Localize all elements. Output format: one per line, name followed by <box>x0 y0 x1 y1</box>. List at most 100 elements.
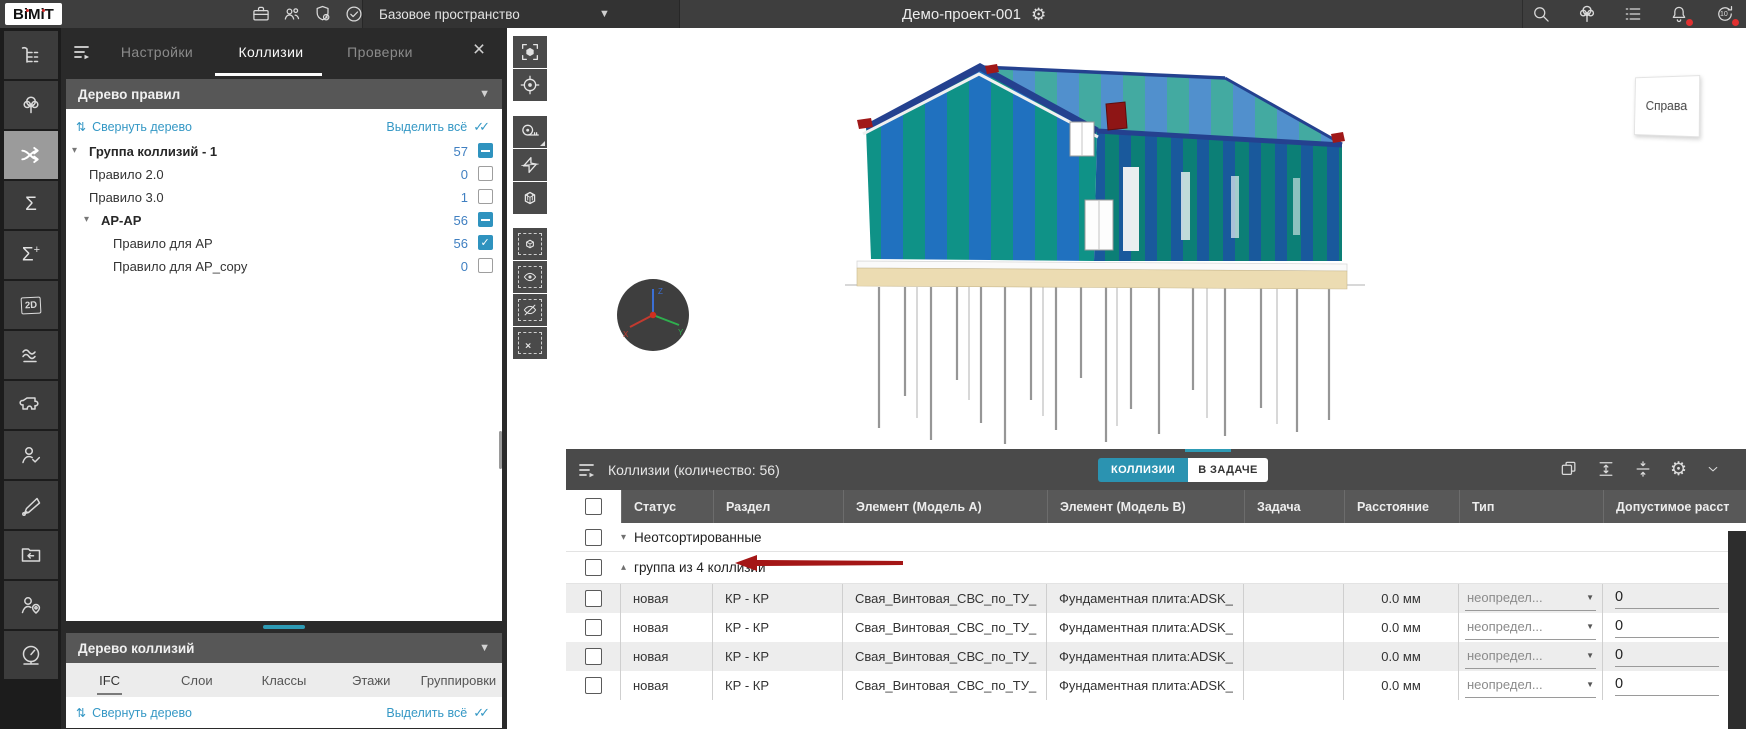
search-icon[interactable] <box>1530 3 1552 25</box>
briefcase-icon[interactable] <box>250 3 272 25</box>
type-dropdown[interactable]: неопредел...▼ <box>1465 674 1596 698</box>
in-task-toggle-button[interactable]: В ЗАДАЧЕ <box>1188 458 1267 482</box>
allowed-distance-input[interactable]: 0 <box>1615 618 1719 638</box>
table-settings-gear-icon[interactable]: ⚙ <box>1670 460 1687 479</box>
sync-history-icon[interactable]: 10 <box>1714 3 1736 25</box>
team-icon[interactable] <box>281 3 303 25</box>
type-dropdown[interactable]: неопредел...▼ <box>1465 645 1596 669</box>
tree-row[interactable]: Правило 3.0 1 <box>66 186 502 209</box>
group-expand-icon[interactable]: ▴ <box>621 562 626 573</box>
tool-user-location-button[interactable] <box>4 581 58 629</box>
tool-charts-button[interactable] <box>4 331 58 379</box>
notifications-bell-icon[interactable] <box>1668 3 1690 25</box>
allowed-distance-input[interactable]: 0 <box>1615 647 1719 667</box>
show-selection-button[interactable] <box>513 261 547 293</box>
column-header-task[interactable]: Задача <box>1244 490 1344 523</box>
tool-clash-detection-button[interactable] <box>4 131 58 179</box>
column-header-status[interactable]: Статус <box>621 490 713 523</box>
tool-plugins-button[interactable] <box>4 381 58 429</box>
collision-row[interactable]: новая КР - КР Свая_Винтовая_СВС_по_ТУ_ Ф… <box>566 671 1746 700</box>
rule-checkbox[interactable] <box>478 212 493 227</box>
locate-target-button[interactable] <box>513 69 547 101</box>
rules-tree-section-header[interactable]: Дерево правил ▼ <box>66 79 502 109</box>
tree-row[interactable]: Правило 2.0 0 <box>66 163 502 186</box>
panel-resize-handle[interactable] <box>1185 449 1231 452</box>
list-icon[interactable] <box>1622 3 1644 25</box>
column-header-type[interactable]: Тип <box>1459 490 1603 523</box>
collapse-tree-link[interactable]: ⇅ Свернуть дерево <box>76 706 192 720</box>
view-cube[interactable]: Справа <box>1634 75 1700 137</box>
row-checkbox[interactable] <box>585 559 602 576</box>
tab-floors[interactable]: Этажи <box>328 663 415 697</box>
bimit-logo[interactable]: BiMiT <box>5 3 62 25</box>
tool-dashboard-button[interactable] <box>4 631 58 679</box>
allowed-distance-input[interactable]: 0 <box>1615 676 1719 696</box>
column-header-element-b[interactable]: Элемент (Модель B) <box>1047 490 1244 523</box>
section-box-button[interactable] <box>513 182 547 214</box>
tab-ifc[interactable]: IFC <box>66 663 153 697</box>
table-vertical-scrollbar[interactable] <box>1728 531 1746 729</box>
type-dropdown[interactable]: неопредел...▼ <box>1465 616 1596 640</box>
panel-menu-icon[interactable] <box>578 462 598 478</box>
shield-status-icon[interactable] <box>312 3 334 25</box>
tab-layers[interactable]: Слои <box>153 663 240 697</box>
select-all-link[interactable]: Выделить всё ✓✓ <box>386 705 490 721</box>
tab-settings[interactable]: Настройки <box>107 28 207 76</box>
rule-checkbox[interactable] <box>478 166 493 181</box>
tab-collisions[interactable]: Коллизии <box>223 28 319 76</box>
splitter-handle[interactable] <box>263 625 305 629</box>
tool-construction-button[interactable] <box>4 481 58 529</box>
tree-row[interactable]: ▾ АР-АР 56 <box>66 209 502 232</box>
tab-groupings[interactable]: Группировки <box>415 663 502 697</box>
project-settings-gear-icon[interactable]: ⚙ <box>1031 6 1046 23</box>
select-all-checkbox[interactable] <box>585 498 602 515</box>
collisions-tree-section-header[interactable]: Дерево коллизий ▼ <box>66 633 502 663</box>
select-all-link[interactable]: Выделить всё ✓✓ <box>386 119 490 135</box>
expand-arrow-icon[interactable]: ▾ <box>84 214 89 225</box>
tool-totals-button[interactable]: Σ <box>4 181 58 229</box>
tool-user-approve-button[interactable] <box>4 431 58 479</box>
tool-model-structure-button[interactable] <box>4 31 58 79</box>
collision-row[interactable]: новая КР - КР Свая_Винтовая_СВС_по_ТУ_ Ф… <box>566 584 1746 613</box>
tool-model-tree-button[interactable] <box>4 81 58 129</box>
tool-totals-add-button[interactable]: Σ+ <box>4 231 58 279</box>
tab-checks[interactable]: Проверки <box>333 28 427 76</box>
project-tree-icon[interactable] <box>1576 3 1598 25</box>
panel-menu-icon[interactable] <box>73 44 93 60</box>
tool-2d-drawings-button[interactable]: 2D <box>4 281 58 329</box>
hide-selection-button[interactable] <box>513 294 547 326</box>
tree-row[interactable]: ▾ Группа коллизий - 1 57 <box>66 140 502 163</box>
collisions-toggle-button[interactable]: КОЛЛИЗИИ <box>1098 458 1188 482</box>
model-3d-house[interactable] <box>507 28 1746 449</box>
row-checkbox[interactable] <box>585 648 602 665</box>
collision-row[interactable]: новая КР - КР Свая_Винтовая_СВС_по_ТУ_ Ф… <box>566 613 1746 642</box>
panel-splitter[interactable] <box>61 621 507 633</box>
expand-rows-icon[interactable] <box>1596 459 1616 479</box>
isolate-selection-button[interactable] <box>513 228 547 260</box>
column-header-allowed-distance[interactable]: Допустимое расст <box>1603 490 1746 523</box>
zoom-fit-button[interactable] <box>513 36 547 68</box>
row-checkbox[interactable] <box>585 677 602 694</box>
rule-checkbox[interactable] <box>478 258 493 273</box>
rule-checkbox[interactable] <box>478 189 493 204</box>
expand-arrow-icon[interactable]: ▾ <box>72 145 77 156</box>
panel-scrollbar[interactable] <box>499 431 503 469</box>
tool-export-folder-button[interactable] <box>4 531 58 579</box>
column-header-element-a[interactable]: Элемент (Модель А) <box>843 490 1047 523</box>
clear-selection-button[interactable] <box>513 327 547 359</box>
measure-tool-button[interactable] <box>513 116 547 148</box>
group-row-unsorted[interactable]: ▾ Неотсортированные <box>566 523 1746 552</box>
type-dropdown[interactable]: неопредел...▼ <box>1465 587 1596 611</box>
collapse-tree-link[interactable]: ⇅ Свернуть дерево <box>76 120 192 134</box>
collapse-panel-chevron-icon[interactable] <box>1704 460 1722 478</box>
section-plane-button[interactable] <box>513 149 547 181</box>
close-panel-icon[interactable]: × <box>466 38 492 62</box>
allowed-distance-input[interactable]: 0 <box>1615 589 1719 609</box>
row-checkbox[interactable] <box>585 590 602 607</box>
rule-checkbox[interactable] <box>478 235 493 250</box>
workspace-selector[interactable]: Базовое пространство ▼ <box>362 0 680 28</box>
axis-navigation-gizmo[interactable]: Z Y X <box>615 277 691 353</box>
row-checkbox[interactable] <box>585 529 602 546</box>
tree-row[interactable]: Правило для АР 56 <box>66 232 502 255</box>
group-collapse-icon[interactable]: ▾ <box>621 532 626 543</box>
